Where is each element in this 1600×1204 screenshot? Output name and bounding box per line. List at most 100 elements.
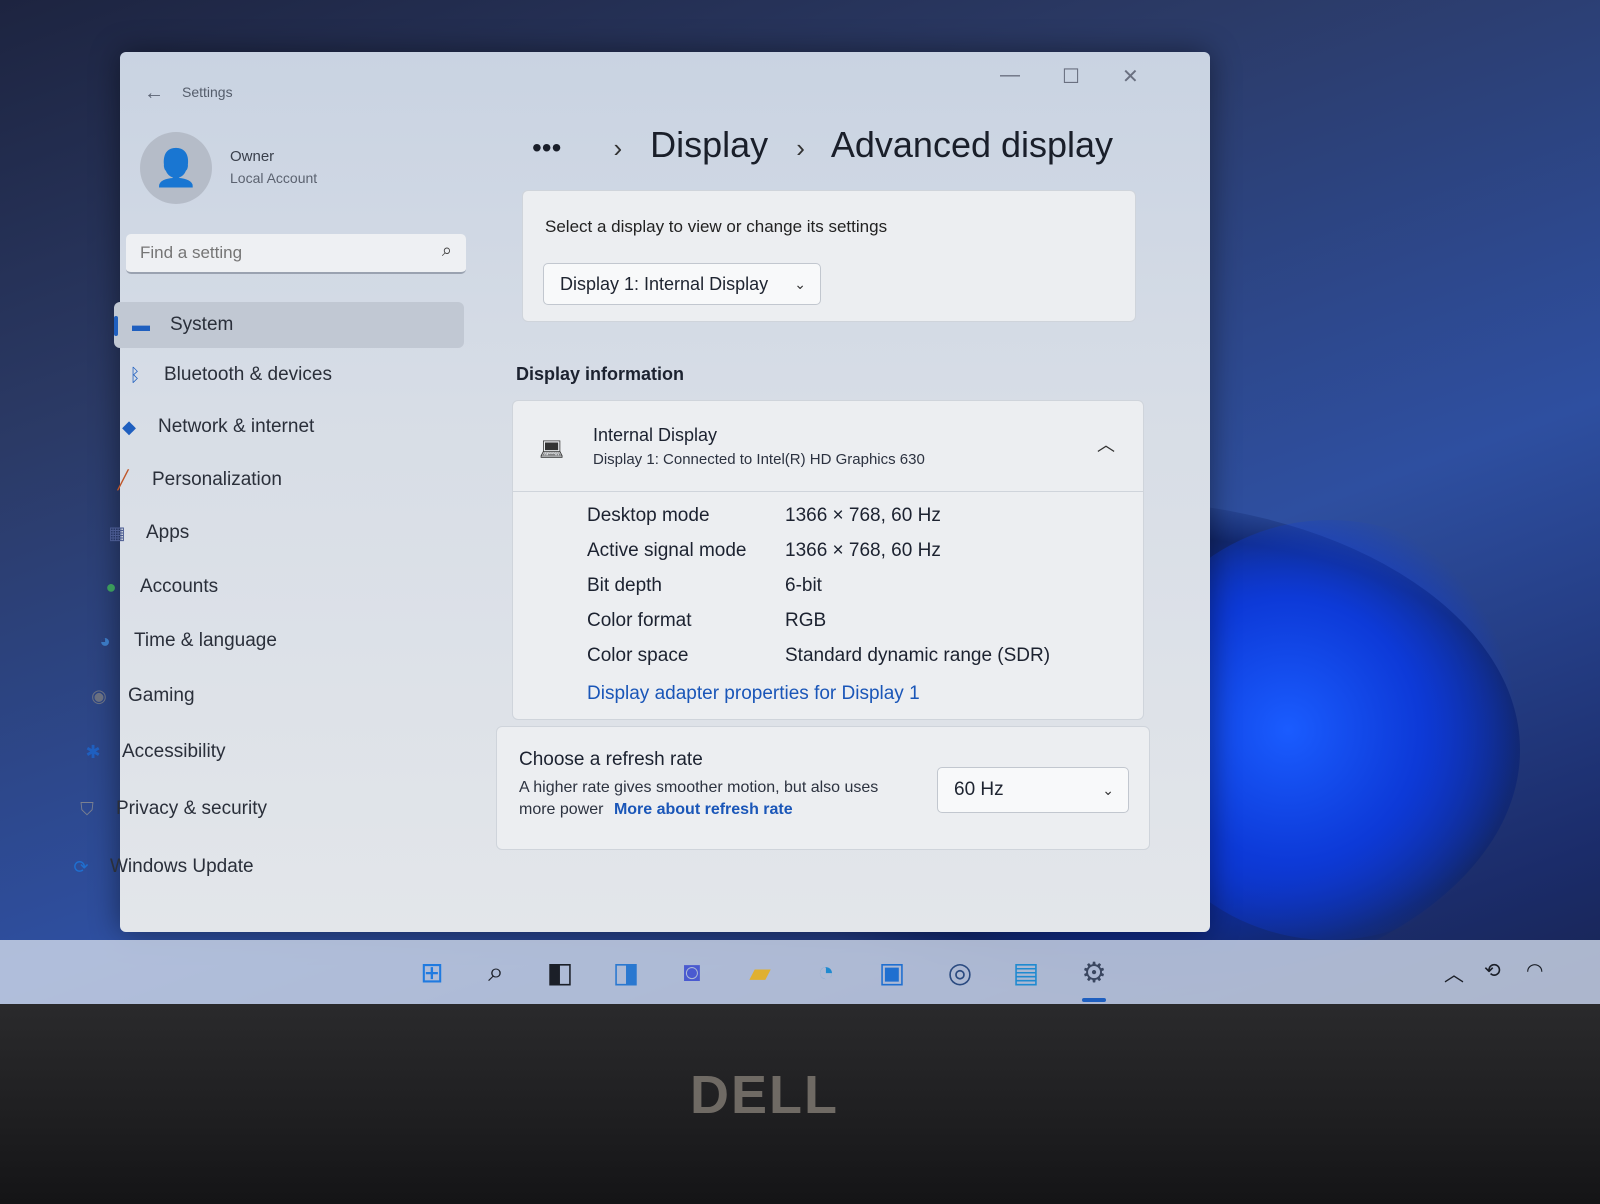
person-icon: ● <box>105 576 117 597</box>
edge-icon[interactable]: ◔ <box>806 952 846 992</box>
sidebar-item-label: Accounts <box>140 576 219 597</box>
sidebar-item-apps[interactable]: ▦ Apps <box>104 510 454 556</box>
title-bar: ← Settings — ☐ ✕ <box>120 52 1210 122</box>
profile-name: Owner <box>230 148 275 165</box>
refresh-rate-link[interactable]: More about refresh rate <box>614 801 793 818</box>
close-icon[interactable]: ✕ <box>1122 64 1139 89</box>
info-key: Active signal mode <box>587 540 747 561</box>
search-box[interactable]: ⌕ <box>126 234 466 274</box>
sidebar-item-label: System <box>170 314 234 335</box>
adapter-properties-link[interactable]: Display adapter properties for Display 1 <box>587 683 920 705</box>
refresh-rate-title: Choose a refresh rate <box>519 749 703 770</box>
info-key: Bit depth <box>587 575 662 596</box>
refresh-rate-card: Choose a refresh rate A higher rate give… <box>496 726 1150 850</box>
info-key: Color format <box>587 610 692 631</box>
display-info-card: 💻︎ Internal Display Display 1: Connected… <box>512 400 1144 720</box>
search-icon[interactable]: ⌕ <box>476 952 516 992</box>
wifi-icon[interactable]: ◠ <box>1526 958 1543 983</box>
brand-logo: DELL <box>690 1065 839 1125</box>
display-select-card: Select a display to view or change its s… <box>522 190 1136 322</box>
apps-icon: ▦ <box>108 522 126 543</box>
teams-chat-icon[interactable]: ◙ <box>672 952 712 992</box>
accessibility-icon: ✱ <box>85 741 101 762</box>
display-info-heading: Display information <box>516 364 685 384</box>
breadcrumb-display[interactable]: Display <box>650 124 768 165</box>
windows-start-icon[interactable]: ⊞ <box>412 952 452 992</box>
sidebar-item-privacy[interactable]: ⛉ Privacy & security <box>74 786 424 832</box>
sidebar-item-bluetooth[interactable]: ᛒ Bluetooth & devices <box>122 352 472 398</box>
display-info-header[interactable]: 💻︎ Internal Display Display 1: Connected… <box>513 401 1143 492</box>
sidebar-item-label: Privacy & security <box>116 798 267 819</box>
wifi-icon: ◆ <box>122 416 136 437</box>
settings-gear-icon[interactable]: ⚙ <box>1074 952 1114 1002</box>
search-input[interactable] <box>138 242 432 264</box>
minimize-icon[interactable]: — <box>1000 64 1020 87</box>
tray-chevron-up-icon[interactable]: ︿ <box>1444 958 1464 987</box>
sidebar-item-time-language[interactable]: ◕ Time & language <box>92 618 442 664</box>
task-view-icon[interactable]: ◧ <box>540 952 580 992</box>
camera-icon[interactable]: ◎ <box>940 952 980 992</box>
sync-icon[interactable]: ⟲ <box>1484 958 1501 983</box>
update-icon: ⟳ <box>73 856 89 877</box>
sidebar-item-label: Gaming <box>128 685 195 706</box>
sidebar-item-accessibility[interactable]: ✱ Accessibility <box>80 729 430 775</box>
controller-icon: ◉ <box>91 685 107 706</box>
refresh-rate-dropdown[interactable]: 60 Hz ⌄ <box>937 767 1129 813</box>
info-value: 1366 × 768, 60 Hz <box>785 540 941 561</box>
refresh-rate-value: 60 Hz <box>954 779 1004 800</box>
profile-account-type: Local Account <box>230 170 318 186</box>
page-title: Advanced display <box>830 124 1114 165</box>
laptop-icon: 💻︎ <box>539 439 565 461</box>
display-connection: Display 1: Connected to Intel(R) HD Grap… <box>593 451 925 468</box>
sidebar-item-gaming[interactable]: ◉ Gaming <box>86 673 436 719</box>
display-select-value: Display 1: Internal Display <box>560 273 769 294</box>
taskbar: ⊞ ⌕ ◧ ◨ ◙ ▰ ◔ ▣ ◎ ▤ ⚙ ︿ ⟲ ◠ <box>0 940 1600 1004</box>
display-select-dropdown[interactable]: Display 1: Internal Display ⌄ <box>543 263 821 305</box>
display-select-prompt: Select a display to view or change its s… <box>545 217 888 236</box>
app-title: Settings <box>182 84 233 100</box>
monitor-icon: ▬ <box>132 314 150 335</box>
bluetooth-icon: ᛒ <box>129 364 141 385</box>
sidebar-item-system[interactable]: ▬ System <box>114 302 464 348</box>
sidebar-item-label: Time & language <box>134 630 277 651</box>
avatar-icon: 👤 <box>140 132 212 204</box>
chevron-up-icon[interactable]: ︿ <box>1097 431 1115 457</box>
breadcrumb-ellipsis[interactable]: ••• <box>532 132 561 163</box>
breadcrumb: ••• › Display › Advanced display <box>532 124 1113 166</box>
sidebar-item-label: Network & internet <box>158 416 315 437</box>
sidebar-item-label: Accessibility <box>122 741 226 762</box>
info-value: Standard dynamic range (SDR) <box>785 645 1051 666</box>
chevron-down-icon: ⌄ <box>794 275 806 292</box>
info-value: RGB <box>785 610 827 631</box>
sidebar-item-accounts[interactable]: ● Accounts <box>98 564 448 610</box>
display-name: Internal Display <box>593 425 718 445</box>
file-explorer-icon[interactable]: ▰ <box>740 952 780 992</box>
info-key: Desktop mode <box>587 505 710 526</box>
active-indicator <box>114 316 118 336</box>
chevron-right-icon: › <box>796 133 805 163</box>
sidebar-item-personalization[interactable]: ╱ Personalization <box>110 457 460 503</box>
sidebar-item-windows-update[interactable]: ⟳ Windows Update <box>68 844 418 890</box>
globe-clock-icon: ◕ <box>99 630 111 651</box>
search-icon[interactable]: ⌕ <box>442 240 452 261</box>
sidebar-item-label: Bluetooth & devices <box>164 364 332 385</box>
display-app-icon[interactable]: ▤ <box>1006 952 1046 992</box>
widgets-icon[interactable]: ◨ <box>606 952 646 992</box>
laptop-bezel: DELL <box>0 1004 1600 1204</box>
back-arrow-icon[interactable]: ← <box>144 82 164 105</box>
info-value: 1366 × 768, 60 Hz <box>785 505 941 526</box>
store-icon[interactable]: ▣ <box>872 952 912 992</box>
sidebar-item-network[interactable]: ◆ Network & internet <box>116 404 466 450</box>
chevron-down-icon: ⌄ <box>1102 781 1114 798</box>
info-value: 6-bit <box>785 575 822 596</box>
sidebar-item-label: Apps <box>146 522 190 543</box>
sidebar-item-label: Personalization <box>152 469 282 490</box>
settings-window: ← Settings — ☐ ✕ 👤 Owner Local Account ⌕… <box>73 52 1210 932</box>
chevron-right-icon: › <box>613 133 623 163</box>
brush-icon: ╱ <box>117 469 129 490</box>
refresh-rate-description-block: A higher rate gives smoother motion, but… <box>519 777 909 821</box>
maximize-icon[interactable]: ☐ <box>1062 64 1080 89</box>
sidebar-item-label: Windows Update <box>110 856 254 877</box>
shield-icon: ⛉ <box>80 798 94 819</box>
info-key: Color space <box>587 645 689 666</box>
